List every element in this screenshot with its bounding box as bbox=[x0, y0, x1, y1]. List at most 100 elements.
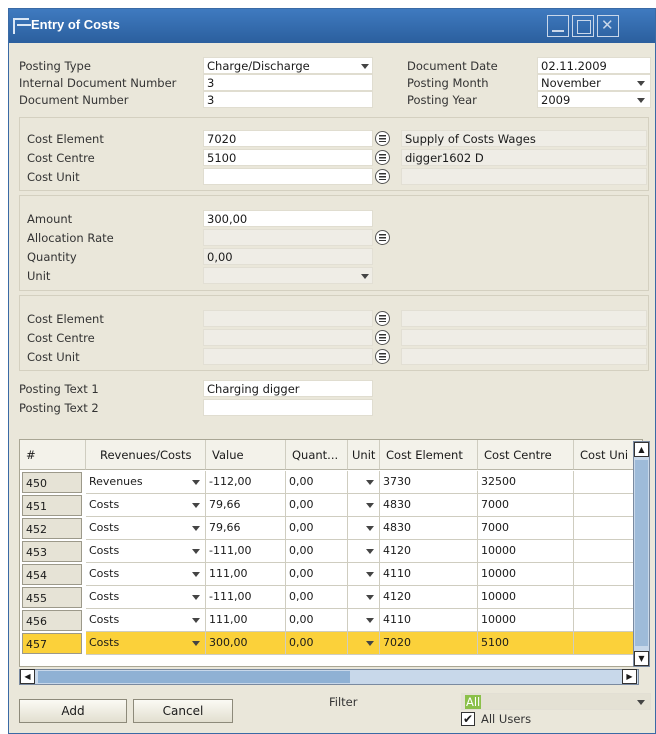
chevron-down-icon[interactable] bbox=[366, 549, 374, 554]
chevron-down-icon[interactable] bbox=[366, 526, 374, 531]
title-bar[interactable]: Entry of Costs bbox=[9, 9, 655, 43]
receiver-cost-element-field[interactable] bbox=[203, 310, 373, 327]
chevron-down-icon[interactable] bbox=[192, 595, 200, 600]
maximize-button[interactable] bbox=[572, 15, 594, 37]
row-unit-cell[interactable] bbox=[348, 540, 380, 563]
chevron-down-icon[interactable] bbox=[366, 572, 374, 577]
chevron-down-icon[interactable] bbox=[366, 641, 374, 646]
column-header-number[interactable]: # bbox=[20, 440, 86, 470]
row-unit-cell[interactable] bbox=[348, 632, 380, 655]
quantity-field[interactable]: 0,00 bbox=[203, 248, 373, 265]
chevron-down-icon[interactable] bbox=[192, 503, 200, 508]
add-button[interactable]: Add bbox=[19, 699, 127, 723]
receiver-cost-unit-field[interactable] bbox=[203, 348, 373, 365]
chevron-down-icon[interactable] bbox=[366, 595, 374, 600]
row-type-cell[interactable]: Costs bbox=[86, 540, 206, 563]
row-value-cell[interactable]: 79,66 bbox=[206, 517, 286, 540]
chevron-down-icon[interactable] bbox=[192, 572, 200, 577]
row-quantity-cell[interactable]: 0,00 bbox=[286, 563, 348, 586]
row-cost-element-cell[interactable]: 4120 bbox=[380, 540, 478, 563]
column-header-cost-element[interactable]: Cost Element bbox=[380, 440, 478, 470]
posting-type-dropdown-icon[interactable] bbox=[361, 64, 369, 69]
row-value-cell[interactable]: 300,00 bbox=[206, 632, 286, 655]
posting-month-select[interactable]: November bbox=[537, 74, 651, 91]
document-number-field[interactable]: 3 bbox=[203, 91, 373, 108]
close-button[interactable] bbox=[597, 15, 619, 37]
cost-unit-list-icon[interactable] bbox=[375, 169, 390, 184]
row-number-cell[interactable]: 455 bbox=[22, 587, 82, 608]
scroll-left-icon[interactable]: ◀ bbox=[20, 669, 35, 684]
row-cost-element-cell[interactable]: 4120 bbox=[380, 586, 478, 609]
row-value-cell[interactable]: -111,00 bbox=[206, 540, 286, 563]
minimize-button[interactable] bbox=[547, 15, 569, 37]
chevron-down-icon[interactable] bbox=[192, 549, 200, 554]
row-unit-cell[interactable] bbox=[348, 563, 380, 586]
document-date-field[interactable]: 02.11.2009 bbox=[537, 57, 651, 74]
row-quantity-cell[interactable]: 0,00 bbox=[286, 632, 348, 655]
row-type-cell[interactable]: Costs bbox=[86, 609, 206, 632]
row-cost-centre-cell[interactable]: 10000 bbox=[478, 586, 574, 609]
row-type-cell[interactable]: Costs bbox=[86, 517, 206, 540]
allocation-rate-field[interactable] bbox=[203, 229, 373, 246]
vertical-scroll-thumb[interactable] bbox=[635, 460, 648, 646]
chevron-down-icon[interactable] bbox=[192, 480, 200, 485]
row-cost-centre-cell[interactable]: 32500 bbox=[478, 471, 574, 494]
allocation-rate-list-icon[interactable] bbox=[375, 230, 390, 245]
row-quantity-cell[interactable]: 0,00 bbox=[286, 540, 348, 563]
row-cost-centre-cell[interactable]: 7000 bbox=[478, 517, 574, 540]
chevron-down-icon[interactable] bbox=[366, 480, 374, 485]
posting-text-1-field[interactable]: Charging digger bbox=[203, 380, 373, 397]
row-quantity-cell[interactable]: 0,00 bbox=[286, 471, 348, 494]
row-number-cell[interactable]: 456 bbox=[22, 610, 82, 631]
column-header-cost-centre[interactable]: Cost Centre bbox=[478, 440, 574, 470]
row-number-cell[interactable]: 451 bbox=[22, 495, 82, 516]
row-number-cell[interactable]: 454 bbox=[22, 564, 82, 585]
row-type-cell[interactable]: Costs bbox=[86, 632, 206, 655]
row-number-cell[interactable]: 457 bbox=[22, 633, 82, 654]
row-cost-element-cell[interactable]: 4110 bbox=[380, 609, 478, 632]
column-header-quantity[interactable]: Quant... bbox=[286, 440, 348, 470]
row-cost-element-cell[interactable]: 4830 bbox=[380, 517, 478, 540]
cost-element-list-icon[interactable] bbox=[375, 131, 390, 146]
row-unit-cell[interactable] bbox=[348, 471, 380, 494]
row-cost-centre-cell[interactable]: 10000 bbox=[478, 609, 574, 632]
grid-horizontal-scrollbar[interactable]: ◀ ▶ bbox=[19, 669, 639, 685]
row-number-cell[interactable]: 450 bbox=[22, 472, 82, 493]
posting-text-2-field[interactable] bbox=[203, 399, 373, 416]
posting-year-dropdown-icon[interactable] bbox=[637, 98, 645, 103]
row-cost-centre-cell[interactable]: 7000 bbox=[478, 494, 574, 517]
row-number-cell[interactable]: 452 bbox=[22, 518, 82, 539]
cost-centre-list-icon[interactable] bbox=[375, 150, 390, 165]
row-cost-element-cell[interactable]: 7020 bbox=[380, 632, 478, 655]
row-quantity-cell[interactable]: 0,00 bbox=[286, 609, 348, 632]
row-unit-cell[interactable] bbox=[348, 494, 380, 517]
row-cost-element-cell[interactable]: 4110 bbox=[380, 563, 478, 586]
row-value-cell[interactable]: 111,00 bbox=[206, 609, 286, 632]
posting-year-select[interactable]: 2009 bbox=[537, 91, 651, 108]
unit-select[interactable] bbox=[203, 267, 373, 284]
chevron-down-icon[interactable] bbox=[366, 503, 374, 508]
row-unit-cell[interactable] bbox=[348, 517, 380, 540]
row-type-cell[interactable]: Revenues bbox=[86, 471, 206, 494]
unit-dropdown-icon[interactable] bbox=[361, 274, 369, 279]
row-type-cell[interactable]: Costs bbox=[86, 586, 206, 609]
cost-centre-field[interactable]: 5100 bbox=[203, 149, 373, 166]
all-users-checkbox[interactable]: ✔ bbox=[461, 712, 475, 726]
posting-type-select[interactable]: Charge/Discharge bbox=[203, 57, 373, 74]
receiver-cost-centre-field[interactable] bbox=[203, 329, 373, 346]
row-number-cell[interactable]: 453 bbox=[22, 541, 82, 562]
internal-document-number-field[interactable]: 3 bbox=[203, 74, 373, 91]
filter-dropdown-icon[interactable] bbox=[637, 700, 645, 705]
row-value-cell[interactable]: -111,00 bbox=[206, 586, 286, 609]
column-header-revenues-costs[interactable]: Revenues/Costs bbox=[86, 440, 206, 470]
scroll-down-icon[interactable]: ▼ bbox=[634, 651, 649, 666]
row-cost-centre-cell[interactable]: 10000 bbox=[478, 563, 574, 586]
posting-month-dropdown-icon[interactable] bbox=[637, 81, 645, 86]
row-quantity-cell[interactable]: 0,00 bbox=[286, 517, 348, 540]
row-type-cell[interactable]: Costs bbox=[86, 494, 206, 517]
horizontal-scroll-thumb[interactable] bbox=[38, 671, 350, 683]
chevron-down-icon[interactable] bbox=[366, 618, 374, 623]
row-quantity-cell[interactable]: 0,00 bbox=[286, 494, 348, 517]
filter-select[interactable]: All bbox=[461, 693, 651, 710]
row-cost-centre-cell[interactable]: 5100 bbox=[478, 632, 574, 655]
